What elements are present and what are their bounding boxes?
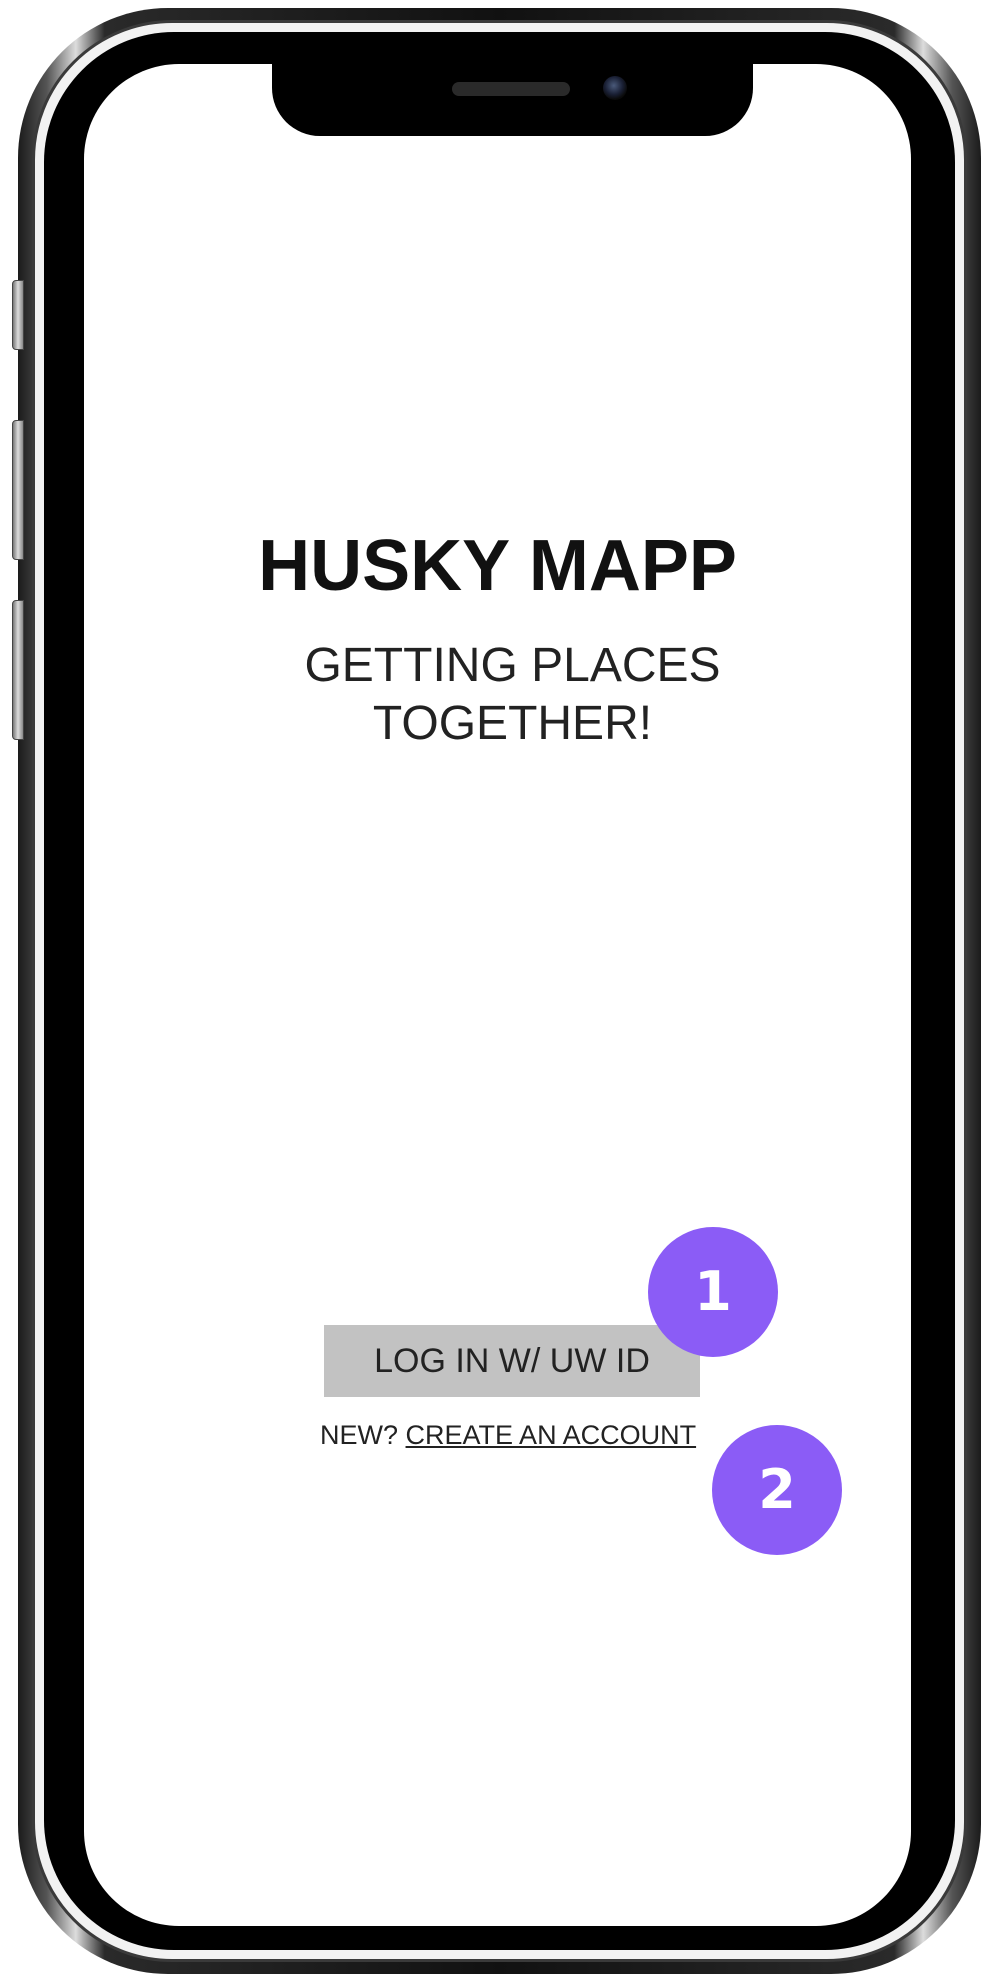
front-camera-icon <box>603 76 627 100</box>
tagline-line-2: TOGETHER! <box>372 697 653 750</box>
mute-switch <box>12 280 24 350</box>
annotation-badge-2: 2 <box>712 1425 842 1555</box>
app-tagline: GETTING PLACES TOGETHER! <box>0 637 995 753</box>
app-title: HUSKY MAPP <box>258 526 737 606</box>
signup-prompt-text: NEW? <box>320 1420 399 1450</box>
phone-screen <box>84 64 911 1926</box>
tagline-line-1: GETTING PLACES <box>304 639 721 692</box>
signup-prompt: NEW? CREATE AN ACCOUNT <box>320 1420 696 1451</box>
speaker-grille <box>452 82 570 96</box>
phone-mockup: HUSKY MAPP GETTING PLACES TOGETHER! LOG … <box>0 0 995 1979</box>
login-uw-id-button[interactable]: LOG IN W/ UW ID <box>324 1325 700 1397</box>
create-account-link[interactable]: CREATE AN ACCOUNT <box>406 1420 697 1450</box>
annotation-badge-1: 1 <box>648 1227 778 1357</box>
